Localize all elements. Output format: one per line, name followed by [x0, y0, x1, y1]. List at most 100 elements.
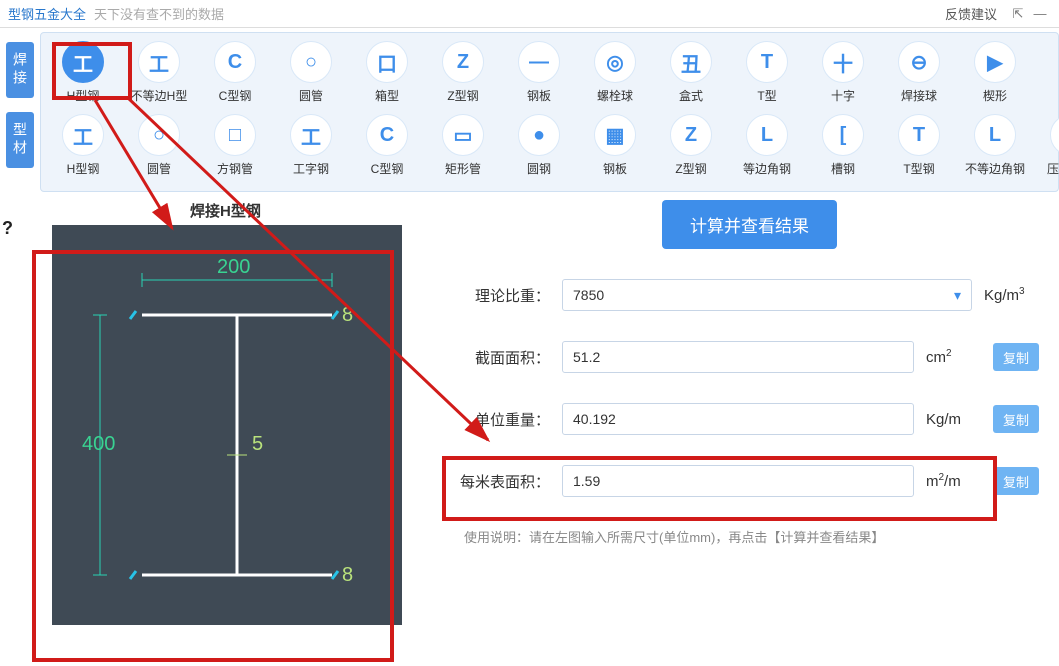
tool-ribbon_row2-0[interactable]: 工 H型钢	[45, 114, 121, 177]
surface-label: 每米表面积：	[460, 471, 550, 492]
density-value: 7850	[573, 287, 604, 303]
tool-ribbon_row2-1[interactable]: ○圆管	[121, 114, 197, 177]
tool-ribbon_row1-1[interactable]: 工不等边H型	[121, 41, 197, 104]
tool-label: Z型钢	[425, 87, 501, 104]
tool-ribbon_row1-7[interactable]: ◎螺栓球	[577, 41, 653, 104]
section-diagram[interactable]: 200 400 5 8 8	[52, 225, 402, 625]
area-label: 截面面积：	[460, 347, 550, 368]
tool-ribbon_row1-10[interactable]: 十十字	[805, 41, 881, 104]
tool-label: T型钢	[881, 160, 957, 177]
tool-ribbon_row1-12[interactable]: ▶楔形	[957, 41, 1033, 104]
tool-label: 楔形	[957, 87, 1033, 104]
tool-ribbon_row2-7[interactable]: ▦钢板	[577, 114, 653, 177]
tool-label: 工字钢	[273, 160, 349, 177]
tool-ribbon_row1-6[interactable]: —钢板	[501, 41, 577, 104]
dim-height: 400	[82, 433, 115, 455]
copy-weight-button[interactable]: 复制	[993, 405, 1039, 433]
tool-ribbon_row2-3[interactable]: 工工字钢	[273, 114, 349, 177]
tool-ribbon_row2-12[interactable]: L不等边角钢	[957, 114, 1033, 177]
tool-icon: 工	[138, 41, 180, 83]
tool-ribbon_row2-13[interactable]: ◆ 压型钢板	[1033, 114, 1059, 177]
tool-icon: ▭	[442, 114, 484, 156]
copy-surface-button[interactable]: 复制	[993, 467, 1039, 495]
tool-ribbon_row2-5[interactable]: ▭ 矩形管	[425, 114, 501, 177]
tool-ribbon_row1-2[interactable]: C C型钢	[197, 41, 273, 104]
tool-label: 不等边H型	[121, 87, 197, 104]
tool-label: 圆钢	[501, 160, 577, 177]
tool-ribbon_row2-6[interactable]: ● 圆钢	[501, 114, 577, 177]
tool-ribbon_row2-4[interactable]: CC型钢	[349, 114, 425, 177]
density-select[interactable]: 7850 ▾	[562, 279, 972, 311]
tool-ribbon_row1-0[interactable]: 工H型钢	[45, 41, 121, 104]
tool-ribbon_row2-9[interactable]: L等边角钢	[729, 114, 805, 177]
row-density: 理论比重： 7850 ▾ Kg/m3	[460, 279, 1039, 311]
dim-flange-bot: 8	[342, 564, 353, 586]
tool-ribbon_row2-2[interactable]: □ 方钢管	[197, 114, 273, 177]
tool-label: 焊接球	[881, 87, 957, 104]
tool-ribbon_row1-4[interactable]: 口箱型	[349, 41, 425, 104]
area-input[interactable]	[562, 341, 914, 373]
weight-input[interactable]	[562, 403, 914, 435]
minimize-icon[interactable]: —	[1029, 6, 1051, 21]
help-text: 使用说明：请在左图输入所需尺寸(单位mm)，再点击【计算并查看结果】	[464, 527, 1039, 546]
tool-icon: ●	[518, 114, 560, 156]
tool-ribbon_row1-3[interactable]: ○圆管	[273, 41, 349, 104]
tool-icon: Z	[442, 41, 484, 83]
tool-label: 矩形管	[425, 160, 501, 177]
tool-ribbon_row1-9[interactable]: TT型	[729, 41, 805, 104]
tool-ribbon_row1-5[interactable]: Z Z型钢	[425, 41, 501, 104]
tool-label: Z型钢	[653, 160, 729, 177]
tool-label: 槽钢	[805, 160, 881, 177]
density-unit: Kg/m3	[984, 286, 1039, 304]
tool-icon: Z	[670, 114, 712, 156]
row-area: 截面面积： cm2 复制	[460, 341, 1039, 373]
weight-label: 单位重量：	[460, 409, 550, 430]
tool-icon: 口	[366, 41, 408, 83]
copy-area-button[interactable]: 复制	[993, 343, 1039, 371]
tool-icon: [	[822, 114, 864, 156]
tool-icon: 工	[62, 41, 104, 83]
tool-icon: ◆	[1050, 114, 1059, 156]
tool-icon: C	[214, 41, 256, 83]
calculate-button[interactable]: 计算并查看结果	[662, 200, 837, 249]
area-unit: cm2	[926, 348, 981, 366]
side-tab-profile[interactable]: 型材	[6, 112, 34, 168]
tool-label: 圆管	[273, 87, 349, 104]
feedback-link[interactable]: 反馈建议	[945, 4, 997, 23]
tool-label: 盒式	[653, 87, 729, 104]
row-weight: 单位重量： Kg/m 复制	[460, 403, 1039, 435]
tool-icon: L	[746, 114, 788, 156]
help-icon[interactable]: ?	[2, 218, 13, 239]
dim-web: 5	[252, 433, 263, 455]
app-title: 型钢五金大全	[8, 4, 86, 23]
tool-icon: ⊖	[898, 41, 940, 83]
pin-icon[interactable]: ⇱	[1007, 6, 1029, 22]
tool-ribbon_row2-11[interactable]: TT型钢	[881, 114, 957, 177]
titlebar: 型钢五金大全 天下没有查不到的数据 反馈建议 ⇱ —	[0, 0, 1059, 28]
tool-ribbon_row2-8[interactable]: Z Z型钢	[653, 114, 729, 177]
tool-label: T型	[729, 87, 805, 104]
tool-label: H型钢	[45, 160, 121, 177]
tool-icon: —	[518, 41, 560, 83]
tool-icon: □	[214, 114, 256, 156]
side-tab-weld[interactable]: 焊接	[6, 42, 34, 98]
row-surface: 每米表面积： m2/m 复制	[460, 465, 1039, 497]
tool-ribbon_row1-8[interactable]: 丑盒式	[653, 41, 729, 104]
tool-icon: 工	[62, 114, 104, 156]
tool-icon: 丑	[670, 41, 712, 83]
surface-input[interactable]	[562, 465, 914, 497]
tool-label: C型钢	[349, 160, 425, 177]
tool-icon: L	[974, 114, 1016, 156]
tool-icon: 工	[290, 114, 332, 156]
surface-unit: m2/m	[926, 472, 981, 490]
tool-ribbon_row1-11[interactable]: ⊖ 焊接球	[881, 41, 957, 104]
tool-label: C型钢	[197, 87, 273, 104]
tool-label: 压型钢板	[1033, 160, 1059, 177]
dim-flange-top: 8	[342, 304, 353, 326]
app-subtitle: 天下没有查不到的数据	[94, 4, 224, 23]
tool-ribbon: 工H型钢工不等边H型CC型钢○圆管口箱型ZZ型钢—钢板◎螺栓球丑盒式TT型十十字…	[40, 32, 1059, 192]
tool-icon: 十	[822, 41, 864, 83]
tool-label: 方钢管	[197, 160, 273, 177]
tool-ribbon_row2-10[interactable]: [ 槽钢	[805, 114, 881, 177]
chevron-down-icon: ▾	[954, 287, 961, 304]
